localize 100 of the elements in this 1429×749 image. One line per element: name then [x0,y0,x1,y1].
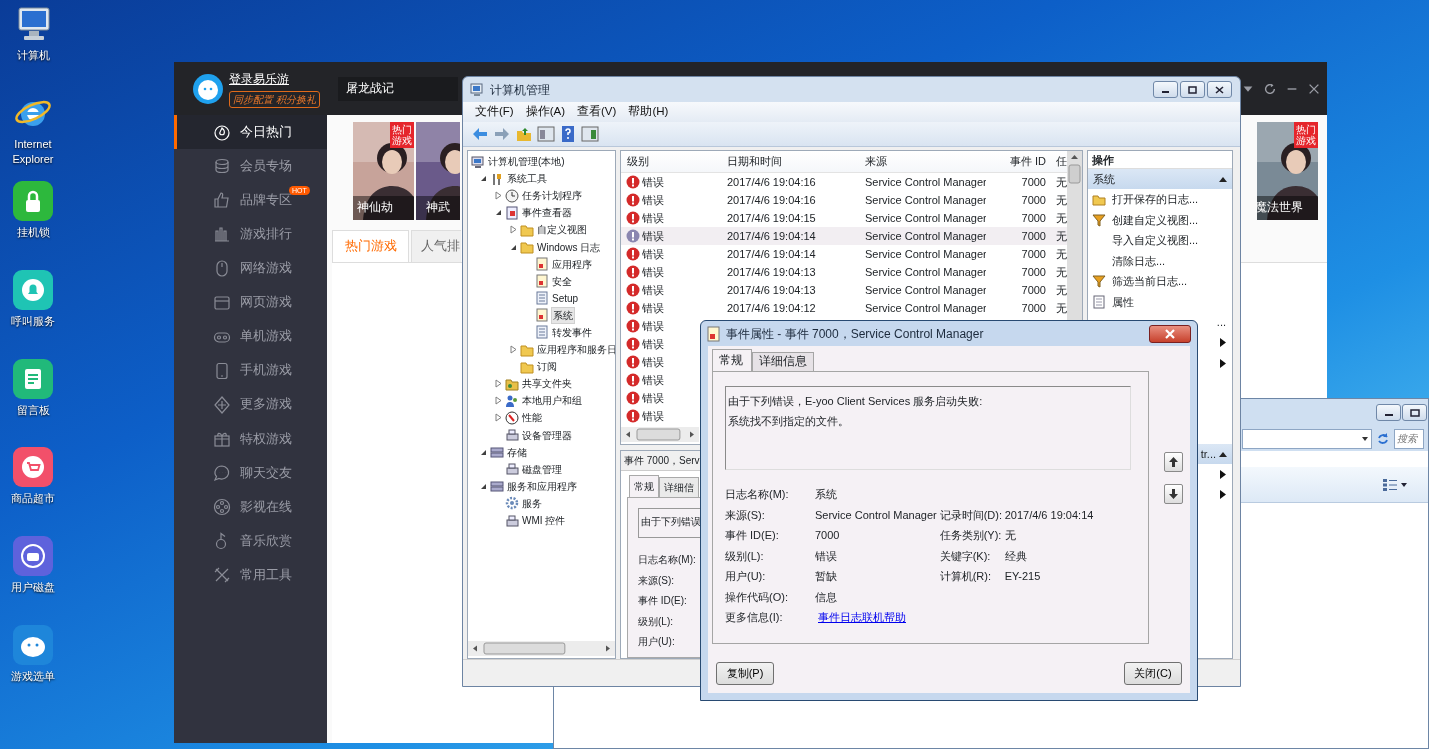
section-header[interactable]: 系统 [1088,169,1232,189]
field-value: EY-215 [1004,569,1042,584]
sidebar-item[interactable]: 更多游戏 [174,387,327,422]
table-cell-text: 错误 [642,372,664,388]
table-cell: Service Control Manager [865,211,986,224]
tree-item[interactable]: 服务 [521,495,543,511]
field-value: 系统 [815,487,838,502]
table-cell: 无 [1056,193,1067,206]
action-link[interactable]: 打开保存的日志... [1112,191,1199,208]
sidebar-item[interactable]: 会员专场 [174,149,327,184]
tab[interactable]: 人气排 [411,230,461,262]
action-link[interactable]: 属性 [1112,293,1134,310]
column-header[interactable]: 级别 [621,153,721,170]
table-cell: 无 [1056,283,1067,296]
sidebar-item[interactable]: 常用工具 [174,558,327,593]
desktop-icon-label[interactable]: 挂机锁 [16,225,50,241]
desktop-icon-label[interactable]: Internet Explorer [9,136,57,167]
tree-item[interactable]: 存储 [506,444,528,460]
dialog-button[interactable]: 关闭(C) [1124,662,1182,685]
tree-item[interactable]: 应用程序 [551,256,593,272]
table-cell: Service Control Manager [865,193,986,206]
column-header[interactable]: 日期和时间 [721,153,859,170]
menu-item[interactable]: 操作(A) [519,103,572,121]
action-link[interactable]: 清除日志... [1112,252,1166,269]
field-label: 更多信息(I): [725,610,784,625]
tree-item[interactable]: 安全 [551,273,573,289]
field-label: 级别(L): [638,615,673,627]
message-line: 由于下列错误，E-yoo Client Services 服务启动失败: [728,394,984,409]
login-link[interactable]: 登录易乐游 [229,69,320,88]
sidebar-item[interactable]: 影视在线 [174,490,327,525]
field-label: 来源(S): [725,507,766,523]
tree-item[interactable]: 事件查看器 [521,205,573,221]
section-title: tr... [1200,446,1216,462]
event-row[interactable]: 错误 2017/4/6 19:04:14 Service Control Manager 7000 无 [621,227,1067,245]
menu-item[interactable]: 文件(F) [469,103,520,121]
field-label: 关键字(K): [939,548,992,564]
dialog-button[interactable]: 复制(P) [716,662,774,685]
sidebar-item[interactable]: 手机游戏 [174,353,327,388]
search-field[interactable]: 屠龙战记 [338,76,458,101]
window-title: 计算机管理 [490,81,550,99]
menu-item[interactable]: 帮助(H) [622,103,675,121]
sidebar-item[interactable]: 网页游戏 [174,285,327,320]
tree-item[interactable]: 转发事件 [551,325,593,340]
tree-item[interactable]: 计算机管理(本地) [487,154,566,170]
table-cell: Service Control Manager [865,265,986,278]
column-header[interactable]: 任 [1050,153,1067,170]
desktop-icon-label[interactable]: 用户磁盘 [11,580,55,596]
sidebar-item[interactable]: 聊天交友 [174,455,327,491]
desktop-icon-label[interactable]: 商品超市 [11,491,55,507]
sidebar-item[interactable]: 游戏排行 [174,217,327,252]
table-cell: 无 [1056,229,1067,242]
table-cell: 无 [1056,175,1067,188]
tree-item[interactable]: 系统 [551,306,575,324]
column-header[interactable]: 事件 ID [986,153,1050,170]
tree-item[interactable]: 订阅 [536,359,558,375]
search-field[interactable]: 搜索 [1394,428,1424,449]
tab[interactable]: 详细信息 [752,352,814,371]
slogan-tag: 同步配置 积分换礼 [229,90,320,108]
tree-item[interactable]: 任务计划程序 [521,188,583,204]
menu-item[interactable]: 查看(V) [571,103,623,121]
tree-item[interactable]: 磁盘管理 [521,461,563,477]
table-cell: 无 [1056,301,1067,314]
field-value: Service Control Manager [815,507,937,523]
tab[interactable]: 详细信 [659,477,699,497]
column-header[interactable]: 来源 [859,153,986,170]
hot-tag: 热门游戏 [390,122,414,148]
tree-item[interactable]: 自定义视图 [536,222,588,238]
desktop-icon-label[interactable]: 游戏选单 [11,668,55,684]
action-link[interactable]: 导入自定义视图... [1112,232,1199,249]
game-title[interactable]: 神仙劫 [336,198,414,216]
desktop-icon-label[interactable]: 呼叫服务 [11,314,55,330]
desktop-icon-label[interactable]: 留言板 [16,402,50,418]
tree-item[interactable]: 本地用户和组 [521,393,583,409]
table-cell: 2017/4/6 19:04:16 [727,175,816,188]
tree-item[interactable]: WMI 控件 [521,513,567,528]
desktop-icon-label[interactable]: 计算机 [16,48,50,63]
tree-item[interactable]: Setup [551,290,580,306]
table-cell: 2017/4/6 19:04:15 [727,211,816,224]
sidebar-item[interactable]: 今日热门 [174,115,327,150]
table-cell: 2017/4/6 19:04:13 [727,283,816,296]
table-cell-text: 错误 [642,210,664,226]
sidebar-item[interactable]: 特权游戏 [174,421,327,456]
tab[interactable]: 常规 [629,475,659,497]
tab[interactable]: 常规 [712,349,752,371]
tree-item[interactable]: 系统工具 [506,171,548,187]
action-link[interactable]: 筛选当前日志... [1112,273,1188,290]
sidebar-item[interactable]: 音乐欣赏 [174,524,327,559]
field-value: 经典 [1004,548,1028,564]
tree-item[interactable]: Windows 日志 [536,239,602,255]
tree-item[interactable]: 性能 [521,410,543,426]
tree-item[interactable]: 应用程序和服务日 [536,342,615,358]
sidebar-item[interactable]: 单机游戏 [174,319,327,354]
tree-item[interactable]: 服务和应用程序 [506,478,578,494]
action-link[interactable]: 创建自定义视图... [1112,211,1199,228]
action-link[interactable]: ... [1216,314,1226,331]
table-cell-text: 错误 [642,192,664,208]
sidebar-item[interactable]: 网络游戏 [174,251,327,286]
help-link[interactable]: 事件日志联机帮助 [818,607,937,628]
tree-item[interactable]: 设备管理器 [521,427,573,443]
tree-item[interactable]: 共享文件夹 [521,376,573,392]
